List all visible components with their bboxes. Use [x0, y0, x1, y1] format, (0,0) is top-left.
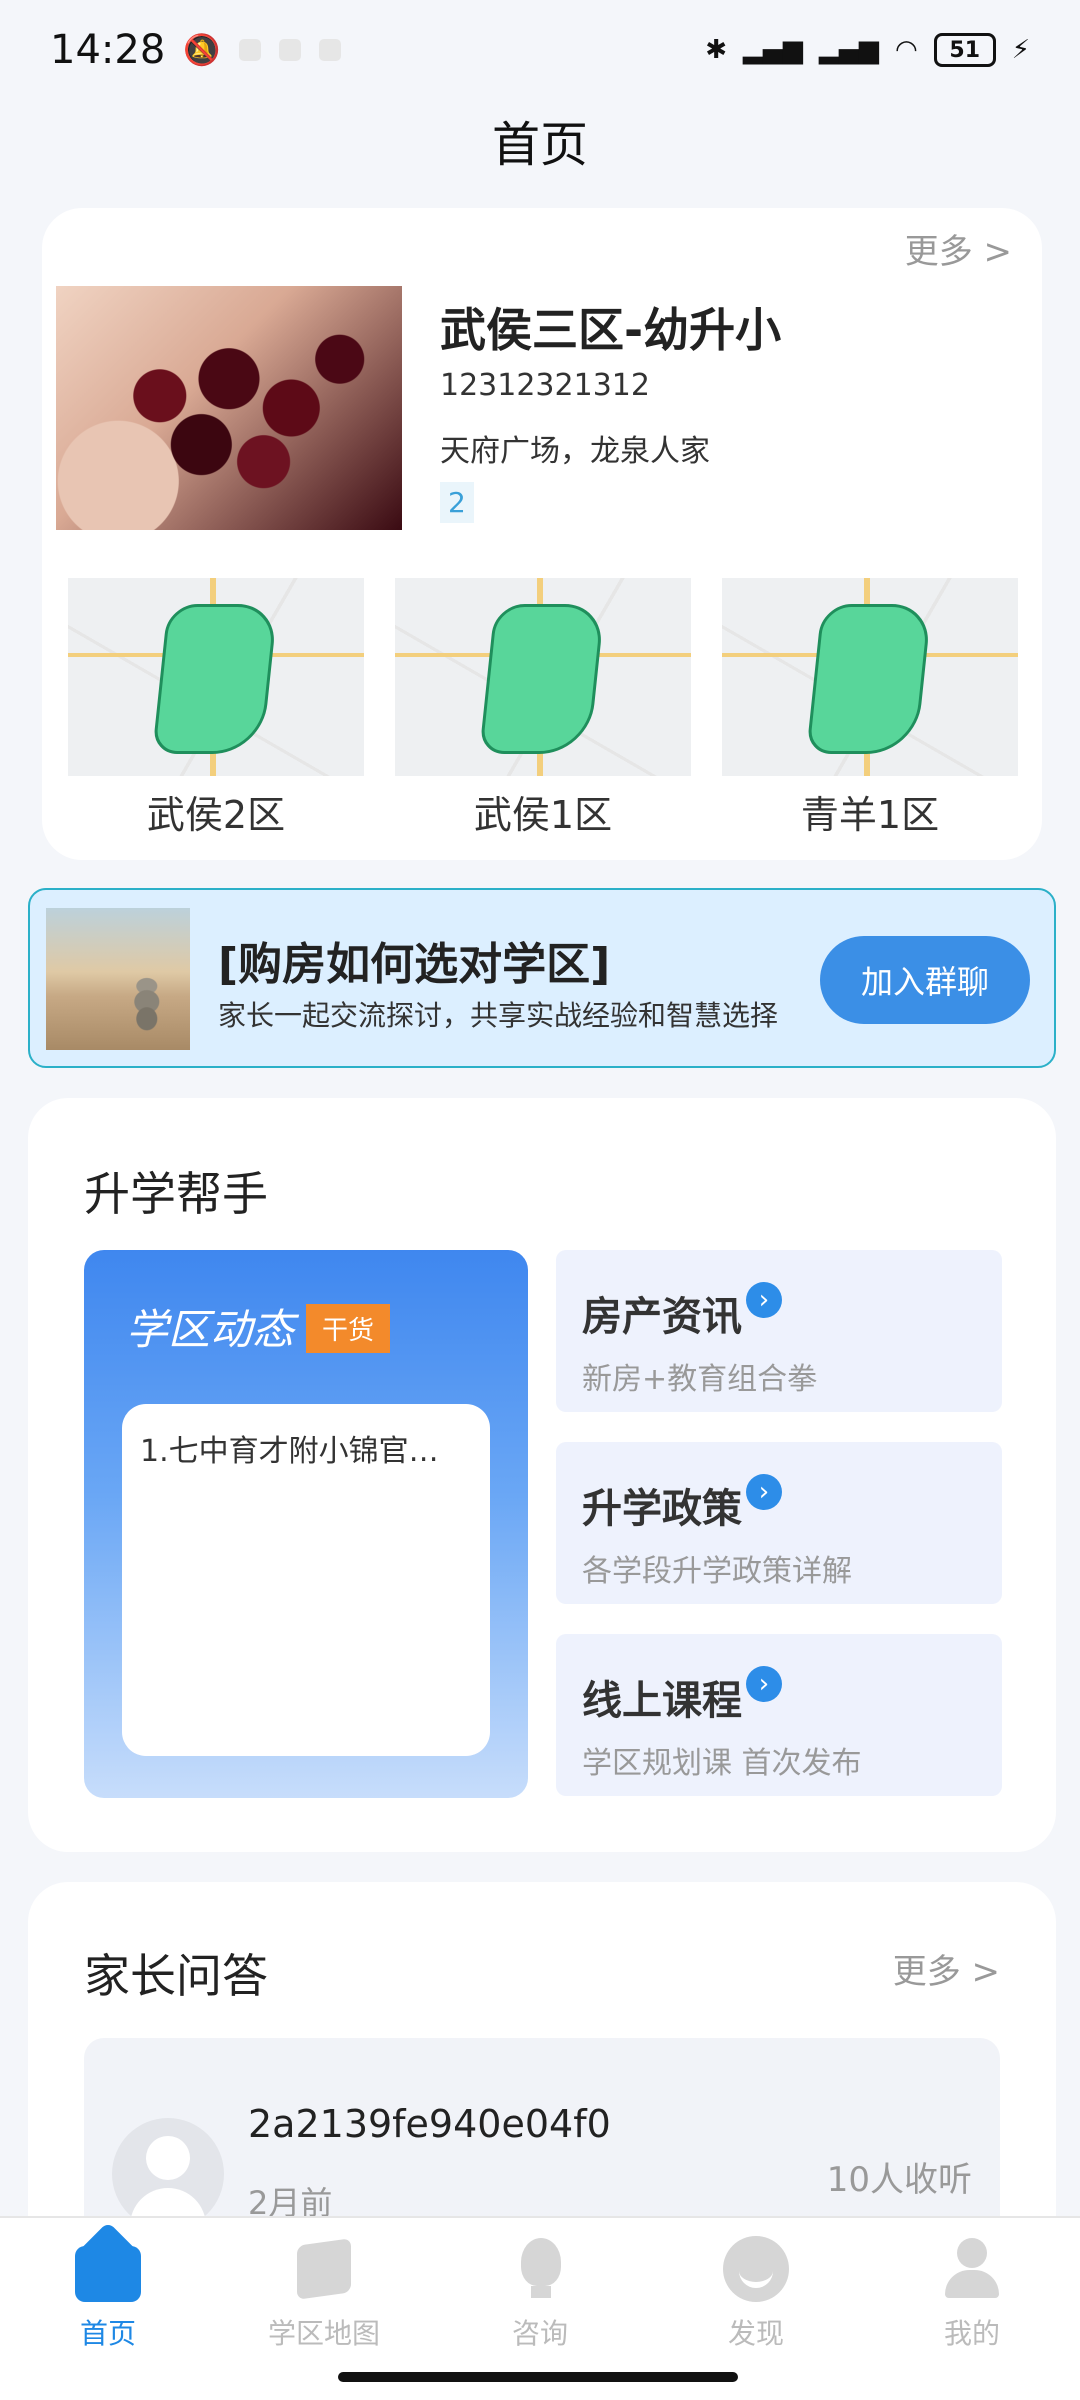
- info-item-admission-policy[interactable]: 升学政策 › 各学段升学政策详解: [556, 1442, 1002, 1604]
- nav-item-map[interactable]: 学区地图: [224, 2236, 424, 2352]
- battery-indicator: 51: [933, 33, 996, 67]
- discover-icon: [723, 2236, 789, 2302]
- district-news-item[interactable]: 1.七中育才附小锦官…: [140, 1434, 439, 1469]
- bulb-icon: [507, 2236, 573, 2302]
- nav-label: 首页: [79, 2317, 136, 2350]
- mi-icon: [318, 39, 341, 61]
- info-subtitle: 学区规划课 首次发布: [582, 1746, 862, 1781]
- nav-item-discover[interactable]: 发现: [656, 2236, 856, 2352]
- district-news-panel[interactable]: 学区动态 干货 1.七中育才附小锦官…: [84, 1250, 528, 1798]
- nav-item-consult[interactable]: 咨询: [440, 2236, 640, 2352]
- info-title: 房产资讯: [582, 1294, 742, 1340]
- charging-icon: ⚡: [1011, 35, 1030, 65]
- helper-card: 升学帮手 学区动态 干货 1.七中育才附小锦官… 房产资讯 › 新房+教育组合拳…: [28, 1098, 1056, 1852]
- qa-more-link[interactable]: 更多 >: [893, 1944, 1000, 1993]
- school-card[interactable]: 更多 > 武侯三区-幼升小 12312321312 天府广场，龙泉人家 2 武侯…: [42, 208, 1042, 860]
- helper-title: 升学帮手: [84, 1167, 268, 1221]
- info-subtitle: 新房+教育组合拳: [582, 1362, 818, 1397]
- nav-label: 咨询: [511, 2317, 568, 2350]
- district-map-item[interactable]: 武侯2区: [68, 578, 364, 839]
- district-boundary: [806, 604, 932, 754]
- school-tag: 2: [440, 482, 474, 523]
- school-more-link[interactable]: 更多 >: [905, 224, 1012, 273]
- nav-item-mine[interactable]: 我的: [872, 2236, 1072, 2352]
- district-boundary: [152, 604, 278, 754]
- district-news-title: 学区动态: [126, 1305, 295, 1354]
- status-time: 14:28: [50, 27, 166, 73]
- app-notification-icon: [238, 39, 261, 61]
- district-news-list[interactable]: 1.七中育才附小锦官…: [122, 1404, 490, 1756]
- signal-hd-icon: ▂▄▆: [819, 35, 880, 65]
- district-boundary: [479, 604, 605, 754]
- chevron-right-icon: ›: [746, 1282, 782, 1318]
- home-indicator[interactable]: [338, 2372, 738, 2382]
- info-item-property-news[interactable]: 房产资讯 › 新房+教育组合拳: [556, 1250, 1002, 1412]
- status-left: 14:28 🔕: [50, 27, 341, 73]
- chevron-right-icon: ›: [746, 1666, 782, 1702]
- district-map-thumbnail: [395, 578, 691, 776]
- banner-title: [购房如何选对学区]: [218, 939, 611, 990]
- avatar: [112, 2118, 224, 2230]
- home-icon: [72, 2221, 144, 2302]
- status-bar: 14:28 🔕 ✱ ▂▄▆ ▂▄▆ ◠ 51 ⚡: [0, 0, 1080, 100]
- banner-subtitle: 家长一起交流探讨，共享实战经验和智慧选择: [218, 999, 779, 1032]
- nav-label: 发现: [727, 2317, 784, 2350]
- nav-label: 我的: [943, 2317, 1000, 2350]
- nav-label: 学区地图: [267, 2317, 380, 2350]
- info-subtitle: 各学段升学政策详解: [582, 1554, 852, 1589]
- banner-photo: [46, 908, 190, 1050]
- qa-listeners: 10人收听: [826, 2160, 972, 2200]
- district-map-thumbnail: [722, 578, 1018, 776]
- user-icon: [939, 2236, 1005, 2302]
- district-map-thumbnail: [68, 578, 364, 776]
- district-label: 青羊1区: [800, 793, 940, 837]
- school-photo: [56, 286, 402, 530]
- signal-hd-icon: ▂▄▆: [743, 35, 804, 65]
- group-chat-banner[interactable]: [购房如何选对学区] 家长一起交流探讨，共享实战经验和智慧选择 加入群聊: [28, 888, 1056, 1068]
- join-group-button[interactable]: 加入群聊: [820, 936, 1030, 1024]
- info-title: 升学政策: [582, 1486, 742, 1532]
- status-right: ✱ ▂▄▆ ▂▄▆ ◠ 51 ⚡: [705, 33, 1030, 67]
- district-map-item[interactable]: 武侯1区: [395, 578, 691, 839]
- district-news-tag: 干货: [306, 1304, 391, 1353]
- mute-icon: 🔕: [183, 32, 221, 68]
- district-map-list: 武侯2区 武侯1区 青羊1区: [68, 578, 1018, 839]
- nav-item-home[interactable]: 首页: [8, 2221, 208, 2352]
- qa-user-name: 2a2139fe940e04f0: [248, 2102, 611, 2146]
- qa-title: 家长问答: [84, 1949, 268, 2003]
- bluetooth-icon: ✱: [705, 35, 728, 65]
- chevron-right-icon: ›: [746, 1474, 782, 1510]
- battery-level: 51: [949, 37, 981, 63]
- school-address: 天府广场，龙泉人家: [440, 434, 710, 469]
- district-label: 武侯2区: [146, 793, 286, 837]
- info-item-online-course[interactable]: 线上课程 › 学区规划课 首次发布: [556, 1634, 1002, 1796]
- district-label: 武侯1区: [473, 793, 613, 837]
- page-title: 首页: [491, 117, 588, 173]
- info-title: 线上课程: [582, 1678, 742, 1724]
- school-phone: 12312321312: [440, 368, 650, 403]
- map-icon: [291, 2236, 357, 2302]
- app-notification-icon: [278, 39, 301, 61]
- wifi-icon: ◠: [895, 35, 918, 65]
- school-title: 武侯三区-幼升小: [440, 303, 782, 357]
- district-map-item[interactable]: 青羊1区: [722, 578, 1018, 839]
